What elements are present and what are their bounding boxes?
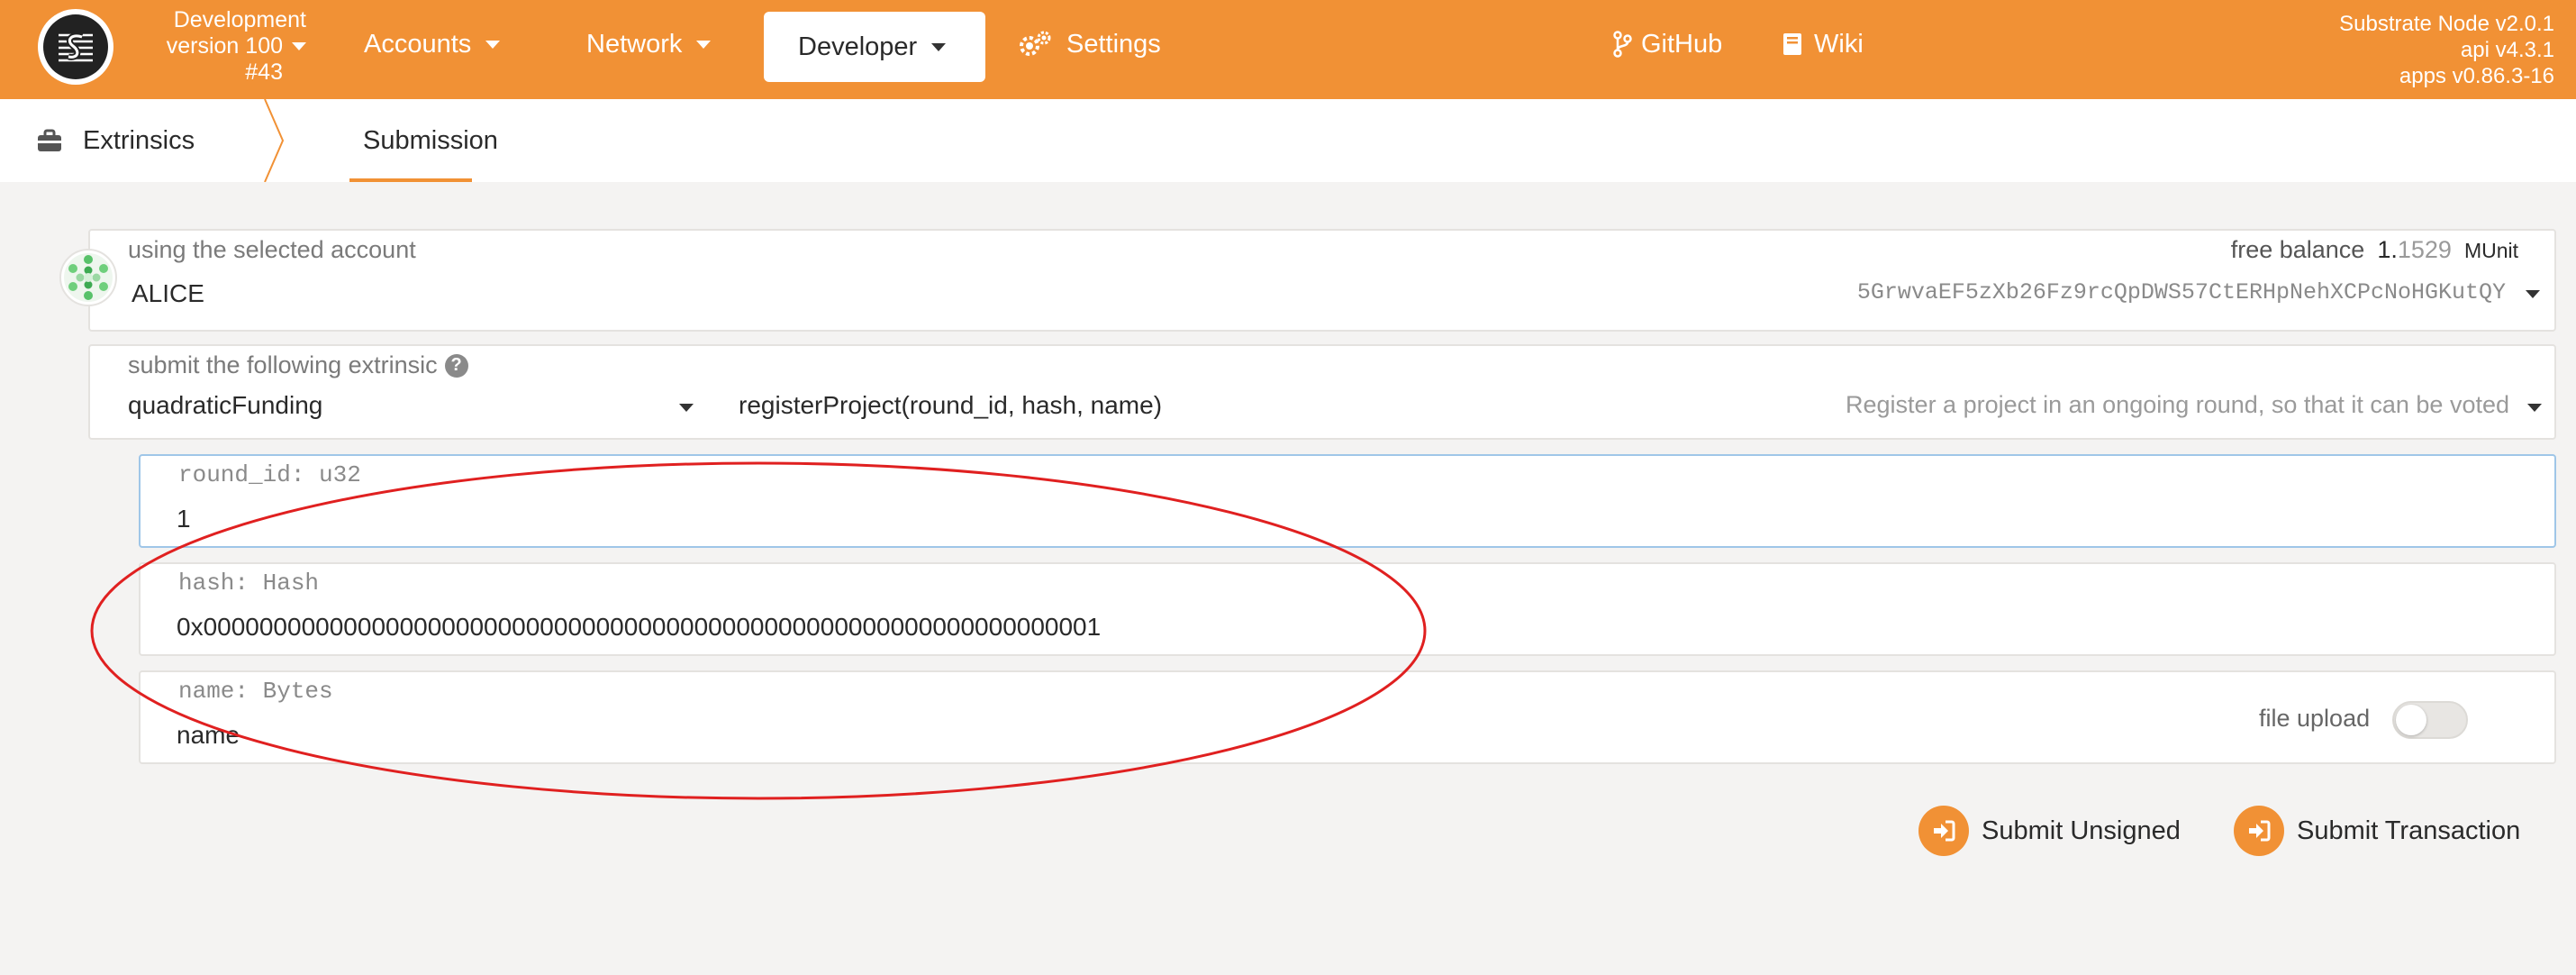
help-icon[interactable]: ? xyxy=(444,353,468,378)
module-value: quadraticFunding xyxy=(128,391,323,419)
balance-unit: MUnit xyxy=(2463,239,2518,262)
code-branch-icon xyxy=(1612,31,1632,58)
gears-icon xyxy=(1018,31,1052,58)
name-input[interactable] xyxy=(177,715,2158,755)
api-version: api v4.3.1 xyxy=(2460,38,2554,62)
nav-wiki[interactable]: Wiki xyxy=(1782,9,1864,79)
chevron-down-icon xyxy=(292,42,306,50)
section-extrinsics[interactable]: Extrinsics xyxy=(36,99,195,182)
param-name: name: Bytes file upload xyxy=(139,670,2556,764)
version-info: Substrate Node v2.0.1 api v4.3.1 apps v0… xyxy=(2339,11,2554,89)
param-round-id-label: round_id: u32 xyxy=(178,461,361,488)
module-dropdown[interactable]: quadraticFunding xyxy=(90,387,694,438)
nav-developer[interactable]: Developer xyxy=(764,12,985,82)
submit-transaction-label: Submit Transaction xyxy=(2297,816,2521,845)
round-id-input[interactable] xyxy=(177,499,2428,539)
submit-transaction-button[interactable]: Submit Transaction xyxy=(2234,806,2520,856)
nav-network-label: Network xyxy=(586,29,683,59)
param-hash-label: hash: Hash xyxy=(178,570,320,597)
account-selector[interactable]: using the selected account ALICE free ba… xyxy=(59,229,2556,332)
method-dropdown[interactable]: registerProject(round_id, hash, name) Re… xyxy=(739,387,2549,438)
nav-network[interactable]: Network xyxy=(586,9,712,79)
nav-accounts[interactable]: Accounts xyxy=(364,9,501,79)
balance-integer: 1. xyxy=(2377,236,2398,263)
chevron-down-icon xyxy=(679,404,694,412)
chevron-down-icon xyxy=(931,42,947,51)
submit-unsigned-label: Submit Unsigned xyxy=(1982,816,2181,845)
identicon-avatar xyxy=(59,249,117,306)
hash-input[interactable] xyxy=(177,607,2428,647)
free-balance: free balance 1.1529 MUnit xyxy=(2231,236,2518,264)
balance-fraction: 1529 xyxy=(2397,236,2452,263)
file-upload-toggle[interactable] xyxy=(2392,701,2468,739)
nav-settings-label: Settings xyxy=(1066,29,1161,59)
substrate-logo[interactable] xyxy=(38,9,113,85)
top-navbar: Development version 100 #43 Accounts Net… xyxy=(0,0,2576,99)
param-round-id: round_id: u32 xyxy=(139,454,2556,548)
submit-unsigned-button[interactable]: Submit Unsigned xyxy=(1918,806,2181,856)
chain-selector[interactable]: Development version 100 #43 xyxy=(126,7,306,86)
param-name-label: name: Bytes xyxy=(178,678,333,705)
chain-name: Development xyxy=(173,7,306,32)
book-icon xyxy=(1782,32,1803,57)
tab-submission-label: Submission xyxy=(363,125,498,155)
nav-accounts-label: Accounts xyxy=(364,29,472,59)
briefcase-icon xyxy=(36,128,63,153)
active-tab-indicator xyxy=(349,178,472,182)
section-extrinsics-label: Extrinsics xyxy=(83,125,195,155)
best-block: #43 xyxy=(245,59,283,85)
chevron-down-icon xyxy=(485,40,501,49)
param-hash: hash: Hash xyxy=(139,562,2556,656)
file-upload-label: file upload xyxy=(2259,705,2371,732)
account-label: using the selected account xyxy=(128,236,416,263)
nav-developer-label: Developer xyxy=(798,32,918,61)
balance-label: free balance xyxy=(2230,236,2365,263)
nav-github[interactable]: GitHub xyxy=(1612,9,1722,79)
account-address: 5GrwvaEF5zXb26Fz9rcQpDWS57CtERHpNehXCPcN… xyxy=(1856,279,2506,305)
apps-version: apps v0.86.3-16 xyxy=(2399,64,2554,88)
chevron-down-icon xyxy=(2527,404,2542,412)
chevron-down-icon xyxy=(696,40,712,49)
chevron-down-icon xyxy=(2526,290,2540,298)
node-version: Substrate Node v2.0.1 xyxy=(2339,12,2554,36)
runtime-version: version 100 xyxy=(166,33,283,59)
nav-wiki-label: Wiki xyxy=(1814,29,1864,59)
sub-navbar: Extrinsics Submission xyxy=(0,99,2576,182)
breadcrumb-separator xyxy=(264,99,285,182)
account-name: ALICE xyxy=(132,279,204,307)
nav-settings[interactable]: Settings xyxy=(1018,9,1161,79)
tab-submission[interactable]: Submission xyxy=(363,99,498,182)
method-value: registerProject(round_id, hash, name) xyxy=(739,391,1163,419)
sign-in-icon xyxy=(1918,806,1969,856)
extrinsic-selector: submit the following extrinsic ? quadrat… xyxy=(88,344,2556,440)
sign-in-icon xyxy=(2234,806,2284,856)
extrinsic-label: submit the following extrinsic xyxy=(128,351,438,378)
extrinsic-label-row: submit the following extrinsic ? xyxy=(128,351,468,379)
method-description: Register a project in an ongoing round, … xyxy=(1846,391,2509,418)
nav-github-label: GitHub xyxy=(1641,29,1723,59)
